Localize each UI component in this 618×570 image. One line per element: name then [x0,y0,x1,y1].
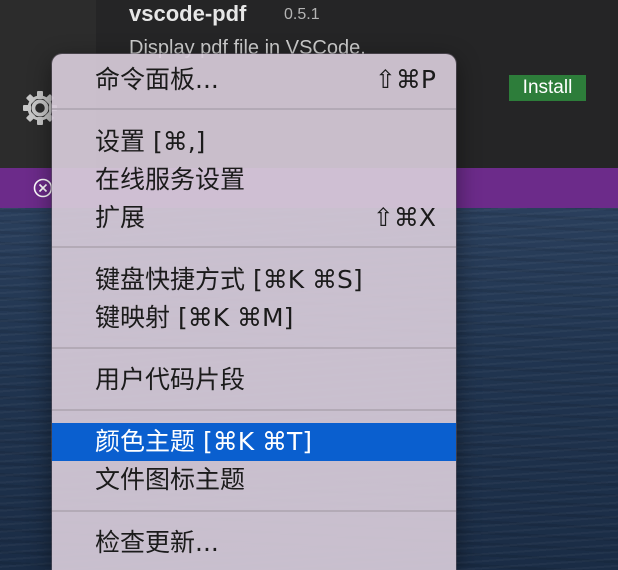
menu-separator [52,347,456,349]
menu-item-label: 键映射 [⌘K ⌘M] [95,303,294,332]
menu-item-keyboard-shortcuts[interactable]: 键盘快捷方式 [⌘K ⌘S] [52,261,456,299]
extension-version: 0.5.1 [284,6,320,23]
menu-item-label: 颜色主题 [⌘K ⌘T] [95,427,313,456]
menu-separator [52,108,456,110]
menu-item-label: 键盘快捷方式 [⌘K ⌘S] [95,265,363,294]
menu-separator [52,510,456,512]
menu-item-shortcut: ⇧⌘P [374,65,436,94]
menu-item-keymaps[interactable]: 键映射 [⌘K ⌘M] [52,299,456,337]
menu-item-label: 检查更新... [95,528,219,557]
menu-item-check-for-updates[interactable]: 检查更新... [52,524,456,562]
menu-item-label: 用户代码片段 [95,365,246,394]
menu-item-command-palette[interactable]: 命令面板... ⇧⌘P [52,61,456,99]
menu-item-label: 在线服务设置 [95,165,246,194]
menu-item-file-icon-theme[interactable]: 文件图标主题 [52,461,456,499]
extension-name[interactable]: vscode-pdf [129,1,246,27]
menu-item-color-theme[interactable]: 颜色主题 [⌘K ⌘T] [52,423,456,461]
menu-item-label: 命令面板... [95,65,219,94]
menu-item-shortcut: ⇧⌘X [372,203,436,232]
manage-context-menu: 命令面板... ⇧⌘P 设置 [⌘,] 在线服务设置 扩展 ⇧⌘X 键盘快捷方式… [52,54,456,570]
menu-item-settings[interactable]: 设置 [⌘,] [52,123,456,161]
menu-item-online-services-settings[interactable]: 在线服务设置 [52,161,456,199]
menu-item-label: 文件图标主题 [95,465,246,494]
menu-item-label: 设置 [⌘,] [95,127,206,156]
install-button[interactable]: Install [509,75,586,101]
menu-item-extensions[interactable]: 扩展 ⇧⌘X [52,199,456,237]
menu-item-label: 扩展 [95,203,146,232]
menu-item-user-snippets[interactable]: 用户代码片段 [52,361,456,399]
circle-x-icon[interactable] [33,178,53,198]
menu-separator [52,409,456,411]
menu-separator [52,246,456,248]
